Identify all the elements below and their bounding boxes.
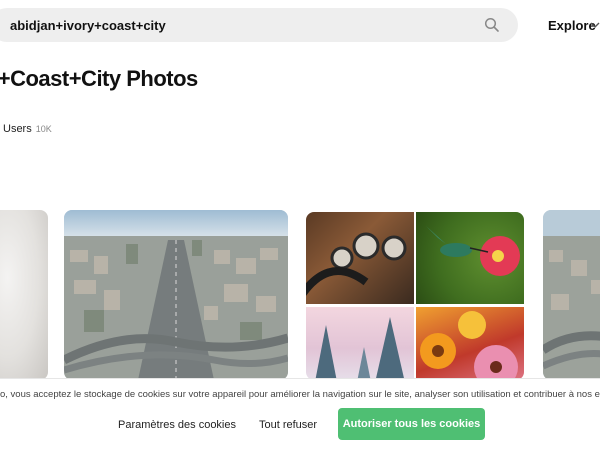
photo-card-city-aerial[interactable] [64,210,288,380]
city-aerial-image-2 [543,210,600,380]
top-bar: Explore [0,0,600,50]
photo-tile-hummingbird[interactable] [416,212,524,304]
refuse-all-button[interactable]: Tout refuser [259,411,317,439]
cookie-consent-text: o, vous acceptez le stockage de cookies … [0,389,600,400]
city-aerial-image [64,210,288,380]
photo-tile-snowy-trees[interactable] [306,307,414,380]
hummingbird-image [426,226,520,276]
search-input[interactable] [10,8,470,42]
dashboard-image [306,232,407,296]
explore-menu[interactable]: Explore [548,18,596,33]
tab-users[interactable]: Users 10K [3,123,52,135]
photo-tile-car-dashboard[interactable] [306,212,414,304]
page-title: y+Coast+City Photos [0,66,198,91]
photo-card-clouds[interactable] [0,210,48,380]
cookie-banner: o, vous acceptez le stockage de cookies … [0,378,600,450]
photo-card-collage[interactable] [306,212,524,380]
photo-card-city-aerial-2[interactable] [543,210,600,380]
photo-tile-gerbera-daisies[interactable] [416,307,524,380]
tab-users-count: 10K [35,124,52,134]
tab-users-label: Users [3,123,32,135]
search-icon[interactable] [484,17,500,33]
snowy-trees-image [315,317,405,380]
chevron-down-icon[interactable] [590,22,600,28]
search-bar[interactable] [0,8,518,42]
daisies-image [420,311,518,380]
accept-all-cookies-button[interactable]: Autoriser tous les cookies [338,408,485,440]
cookie-settings-button[interactable]: Paramètres des cookies [118,411,236,439]
